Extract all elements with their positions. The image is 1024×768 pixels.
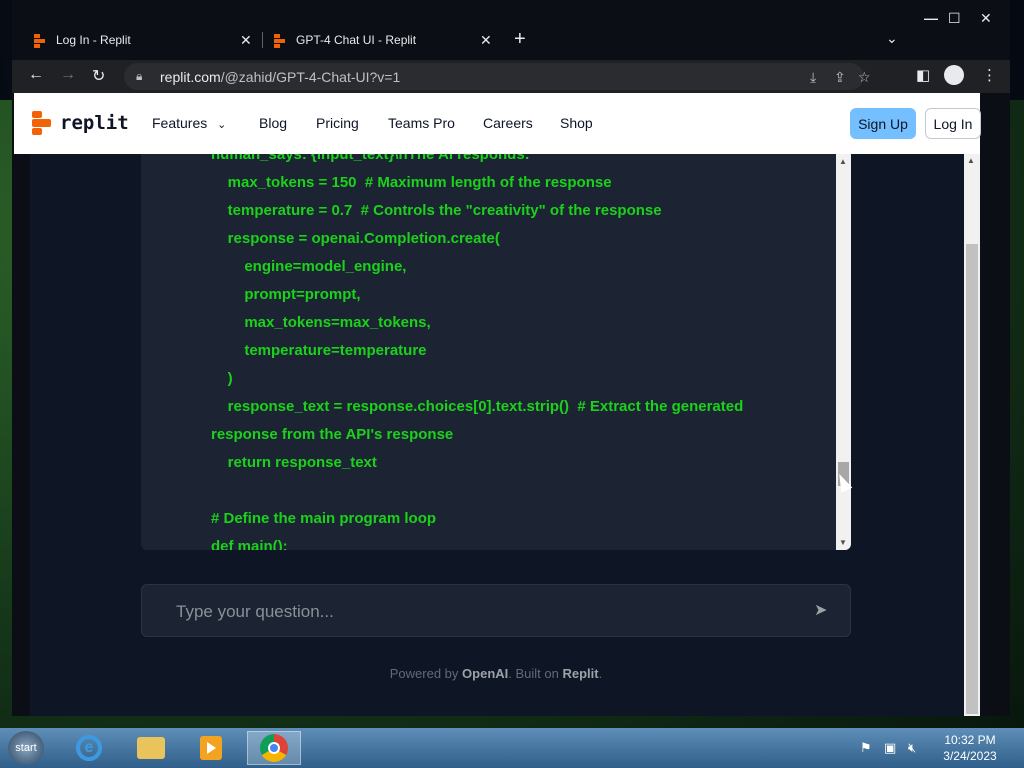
internet-explorer-icon: e [76,735,102,761]
close-window-icon[interactable]: ✕ [980,10,992,27]
forward-arrow-icon[interactable]: → [60,66,76,84]
scroll-up-arrow-icon[interactable]: ▲ [839,157,847,166]
code-line: response = openai.Completion.create( [211,230,500,247]
media-player-icon [200,736,222,760]
start-button[interactable]: start [8,731,44,765]
profile-avatar-icon[interactable] [944,65,964,85]
repl-output-frame: human_says: {input_text}\nThe AI respond… [30,154,964,716]
footer-credit: Powered by OpenAI. Built on Replit. [389,666,603,681]
code-line: temperature = 0.7 # Controls the "creati… [211,202,662,219]
tab-login[interactable]: Log In - Replit ✕ [34,26,262,54]
network-icon[interactable]: ▣ [884,740,896,756]
site-header: replit Features ⌄ Blog Pricing Teams Pro… [14,93,981,154]
tab-strip: Log In - Replit ✕ GPT-4 Chat UI - Replit… [12,0,1010,60]
code-line: engine=model_engine, [211,258,407,275]
code-line: prompt=prompt, [211,286,361,303]
chrome-icon [260,734,288,762]
taskbar-chrome[interactable] [247,731,301,765]
nav-features[interactable]: Features ⌄ [152,115,226,131]
tab-gpt4-chat-ui[interactable]: GPT-4 Chat UI - Replit ✕ [274,26,502,54]
back-arrow-icon[interactable]: ← [28,66,44,84]
code-response-box: human_says: {input_text}\nThe AI respond… [141,154,851,550]
new-tab-button[interactable]: + [514,28,526,51]
code-line: response_text = response.choices[0].text… [211,398,744,415]
code-line: ) [211,370,233,387]
page-scroll-thumb[interactable] [966,244,978,714]
address-bar[interactable]: 🔒︎ replit.com/@zahid/GPT-4-Chat-UI?v=1 ⤓… [124,63,871,90]
install-app-icon[interactable]: ⤓ [810,69,816,86]
taskbar-internet-explorer[interactable]: e [62,731,116,765]
openai-link[interactable]: OpenAI [462,666,508,681]
nav-pricing[interactable]: Pricing [316,115,359,131]
code-line: human_says: {input_text}\nThe AI respond… [211,154,530,163]
system-clock[interactable]: 10:32 PM 3/24/2023 [930,732,1010,764]
maximize-icon[interactable]: ☐ [948,10,961,27]
browser-window: Log In - Replit ✕ GPT-4 Chat UI - Replit… [12,0,1010,716]
minimize-icon[interactable]: — [924,10,938,26]
taskbar-media-player[interactable] [184,731,238,765]
folder-icon [137,737,165,759]
nav-teams-pro[interactable]: Teams Pro [388,115,455,131]
code-line: response from the API's response [211,426,454,443]
reload-icon[interactable]: ↻ [92,66,105,86]
code-line: max_tokens = 150 # Maximum length of the… [211,174,612,191]
nav-blog[interactable]: Blog [259,115,287,131]
code-line: temperature=temperature [211,342,427,359]
nav-careers[interactable]: Careers [483,115,533,131]
browser-toolbar: ← → ↻ 🔒︎ replit.com/@zahid/GPT-4-Chat-UI… [12,60,1010,93]
replit-link[interactable]: Replit [562,666,598,681]
close-tab-icon[interactable]: ✕ [240,32,252,49]
code-line: # Define the main program loop [211,510,437,527]
logo-text: replit [60,112,129,134]
code-line: max_tokens=max_tokens, [211,314,431,331]
tab-divider [262,32,263,48]
url-text[interactable]: replit.com/@zahid/GPT-4-Chat-UI?v=1 [160,69,400,85]
page-scrollbar[interactable]: ▲ [964,154,980,716]
lock-icon: 🔒︎ [136,69,143,83]
replit-logo-icon [32,111,52,135]
scroll-down-arrow-icon[interactable]: ▼ [839,538,847,547]
close-tab-icon[interactable]: ✕ [480,32,492,49]
tab-search-chevron-icon[interactable]: ⌄ [886,30,898,47]
tab-title: GPT-4 Chat UI - Replit [296,33,417,47]
flag-icon[interactable]: ⚑ [860,740,872,756]
taskbar: start e ⚑ ▣ 🔇︎ 10:32 PM 3/24/2023 [0,728,1024,768]
replit-logo[interactable]: replit [32,111,129,135]
code-line: return response_text [211,454,377,471]
scroll-up-arrow-icon[interactable]: ▲ [967,156,975,165]
replit-favicon-icon [34,34,46,48]
menu-kebab-icon[interactable]: ⋮ [982,66,997,84]
question-input[interactable] [174,600,778,624]
nav-shop[interactable]: Shop [560,115,593,131]
log-in-button[interactable]: Log In [925,108,981,139]
chevron-down-icon: ⌄ [217,119,227,131]
question-input-box: ➤ [141,584,851,637]
replit-favicon-icon [274,34,286,48]
sign-up-button[interactable]: Sign Up [850,108,916,139]
taskbar-file-explorer[interactable] [124,731,178,765]
tab-title: Log In - Replit [56,33,131,47]
code-line: def main(): [211,538,288,550]
web-page: replit Features ⌄ Blog Pricing Teams Pro… [12,93,1010,716]
side-panel-icon[interactable]: ◧ [916,66,930,84]
volume-muted-icon[interactable]: 🔇︎ [908,740,916,756]
send-icon[interactable]: ➤ [814,600,827,620]
share-icon[interactable]: ⇪ [834,69,846,86]
bookmark-star-icon[interactable]: ☆ [858,69,871,86]
